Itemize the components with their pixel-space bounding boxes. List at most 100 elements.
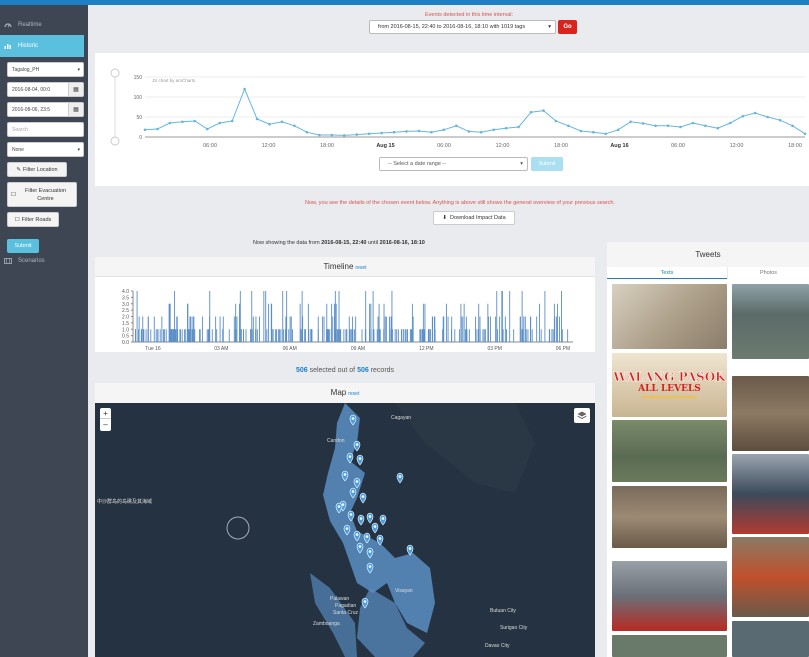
timeline-bar xyxy=(427,329,429,342)
type-select[interactable]: None ▾ xyxy=(7,142,84,157)
x-tick-label: Tue 16 xyxy=(145,346,161,352)
tweet-photo[interactable] xyxy=(732,284,809,359)
tweet-photo[interactable] xyxy=(612,420,727,482)
tweet-tabs: Texts Photos xyxy=(607,267,809,279)
tweet-photo[interactable] xyxy=(732,376,809,451)
timeline-bar xyxy=(525,329,527,342)
data-point xyxy=(156,127,159,131)
tweet-photo-walang-pasok[interactable]: WALANG PASOK ALL LEVELS Bambang Calasiao… xyxy=(612,353,727,417)
map-marker-shape xyxy=(343,524,351,536)
timeline-header: Timeline reset xyxy=(95,257,595,277)
timeline-bar xyxy=(328,329,330,342)
timeline-bar xyxy=(323,316,325,342)
data-point xyxy=(741,114,745,118)
map-reset-link[interactable]: reset xyxy=(348,391,359,397)
download-impact-button[interactable]: ⬇ Download Impact Data xyxy=(433,211,515,225)
filter-location-button[interactable]: ✎ Filter Location xyxy=(7,162,67,177)
language-select[interactable]: Tagalog_PH ▾ xyxy=(7,62,84,77)
zoom-control[interactable]: + – xyxy=(100,408,111,431)
tweet-photo[interactable] xyxy=(612,486,727,548)
zoom-out-button[interactable]: – xyxy=(103,420,107,429)
timeline-bar xyxy=(482,329,484,342)
tab-texts[interactable]: Texts xyxy=(607,267,727,279)
x-tick-label: 06 PM xyxy=(556,346,570,352)
tab-photos[interactable]: Photos xyxy=(728,267,809,279)
map-marker-shape xyxy=(335,502,343,514)
nav-historic[interactable]: Historic xyxy=(0,35,84,57)
timeline-bar xyxy=(274,329,276,342)
y-tick-label: 0.5 xyxy=(122,334,129,340)
x-tick-label: 12:00 xyxy=(730,143,744,149)
y-tick-label: 1.0 xyxy=(122,327,129,333)
tweet-photo[interactable] xyxy=(612,561,727,631)
timeline-bar xyxy=(479,316,481,342)
timeline-bar xyxy=(155,329,157,342)
map-marker-dot xyxy=(358,545,362,548)
map-markers[interactable] xyxy=(95,403,595,657)
tweet-photo[interactable] xyxy=(732,621,809,657)
map-label: Cagayan xyxy=(391,415,412,421)
map-marker-pin xyxy=(341,470,349,482)
detail-notice: Now, you see the details of the chosen e… xyxy=(305,200,616,206)
data-point xyxy=(766,115,769,119)
timeline-bar xyxy=(180,329,181,342)
calendar-icon[interactable]: ▦ xyxy=(68,83,83,96)
timeline-bar xyxy=(336,329,338,342)
map-label: Visayan xyxy=(395,588,413,594)
x-tick-label: 06 AM xyxy=(283,346,297,352)
date-range-select[interactable]: -- Select a date range -- ▾ xyxy=(379,157,528,171)
search-input[interactable]: Search xyxy=(7,122,84,137)
map-marker-pin xyxy=(347,510,355,522)
map-marker-shape xyxy=(359,492,367,504)
timeline-bar xyxy=(159,329,161,342)
x-tick-label: 18:00 xyxy=(554,143,568,149)
tweet-photo[interactable] xyxy=(612,284,727,349)
nav-realtime[interactable]: Realtime xyxy=(0,16,88,34)
tweet-photo[interactable] xyxy=(732,537,809,617)
timeline-bar xyxy=(506,329,507,342)
date-range-submit-button[interactable]: Submit xyxy=(531,157,563,171)
overview-line-chart[interactable]: 150 100 50 0 06:00 12:00 18:00 Aug 15 06:00 12:00… xyxy=(95,53,809,153)
timeline-bar xyxy=(300,329,302,342)
timeline-bar-chart[interactable]: 4.03.53.02.52.01.51.00.50.0 Tue 16 03 AM 06… xyxy=(95,277,595,352)
chevron-down-icon: ▾ xyxy=(548,24,551,30)
filter-evacuation-button[interactable]: ☐ Filter Evacuation Centre xyxy=(7,182,77,207)
timeline-bar xyxy=(136,291,138,342)
layers-button[interactable] xyxy=(574,408,590,423)
tweet-photo[interactable] xyxy=(612,635,727,657)
map-marker-shape xyxy=(356,542,364,554)
zoom-in-button[interactable]: + xyxy=(100,408,111,419)
calendar-icon[interactable]: ▦ xyxy=(68,103,83,116)
filter-roads-button[interactable]: ☐ Filter Roads xyxy=(7,212,59,227)
timeline-bar xyxy=(211,329,213,342)
timeline-bar xyxy=(157,329,159,342)
map-marker-shape xyxy=(353,440,361,452)
tweet-photo[interactable] xyxy=(732,454,809,534)
to-date-field[interactable]: 2016-08-06, 23:5 ▦ xyxy=(7,102,84,117)
timeline-bar xyxy=(513,329,515,342)
chevron-down-icon: ▾ xyxy=(77,147,80,153)
chart-icon xyxy=(4,44,11,49)
interval-select[interactable]: from 2016-08-15, 22:40 to 2016-08-16, 18… xyxy=(369,20,556,34)
map-view[interactable]: + – 中沙群岛的岛礁及其海域 Cagayan Candon Visayan P… xyxy=(95,403,595,657)
map-label: Candon xyxy=(327,438,345,444)
timeline-bar xyxy=(150,329,152,342)
from-date-field[interactable]: 2016-08-04, 00:0 ▦ xyxy=(7,82,84,97)
timeline-bar xyxy=(349,329,351,342)
data-point xyxy=(654,124,657,128)
timeline-bar xyxy=(219,316,221,342)
timeline-reset-link[interactable]: reset xyxy=(355,265,366,271)
map-marker-pin xyxy=(353,530,361,542)
data-point xyxy=(218,121,222,125)
map-marker-pin xyxy=(396,472,404,484)
overview-chart-panel: 150 100 50 0 06:00 12:00 18:00 Aug 15 06:00 12:00… xyxy=(95,53,809,186)
go-button[interactable]: Go xyxy=(558,20,577,34)
timeline-bar xyxy=(370,329,372,342)
nav-scenarios[interactable]: Scenarios xyxy=(0,252,88,270)
x-tick-label: 18:00 xyxy=(788,143,802,149)
interval-label: Events detected in this time interval: xyxy=(425,12,514,18)
layers-icon xyxy=(577,411,587,420)
map-marker-shape xyxy=(406,544,414,556)
data-point xyxy=(554,119,558,123)
sidebar-submit-button[interactable]: Submit xyxy=(7,239,39,253)
